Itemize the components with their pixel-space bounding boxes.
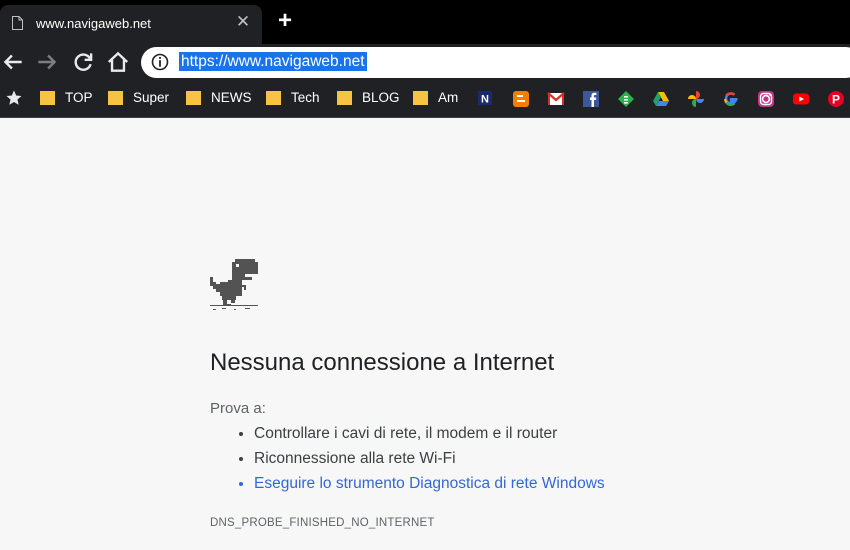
bookmark-folder[interactable]: Tech bbox=[266, 89, 330, 109]
url-text[interactable]: https://www.navigaweb.net bbox=[179, 52, 367, 71]
bookmark-folder-label: Super bbox=[133, 90, 170, 105]
google-icon[interactable] bbox=[722, 90, 740, 108]
bookmark-folder[interactable]: BLOG bbox=[337, 89, 403, 109]
instagram-icon[interactable] bbox=[757, 90, 775, 108]
svg-text:N: N bbox=[481, 94, 489, 106]
bookmark-folder[interactable]: TOP bbox=[40, 89, 102, 109]
bookmark-folder-label: Am bbox=[438, 90, 459, 105]
bookmark-folder-label: NEWS bbox=[211, 90, 252, 105]
page-icon bbox=[12, 16, 23, 30]
feedly-icon[interactable] bbox=[617, 90, 635, 108]
bookmark-folder[interactable]: Am bbox=[413, 89, 463, 109]
bookmarks-bar: TOP Super NEWS Tech BLOG Am N P bbox=[0, 82, 850, 118]
folder-icon bbox=[266, 91, 281, 105]
folder-icon bbox=[40, 91, 55, 105]
facebook-icon[interactable] bbox=[582, 90, 600, 108]
dinosaur-icon bbox=[210, 259, 258, 310]
reload-icon[interactable] bbox=[70, 49, 96, 75]
svg-text:P: P bbox=[832, 93, 840, 107]
forward-arrow-icon[interactable] bbox=[34, 49, 60, 75]
active-tab[interactable]: www.navigaweb.net ✕ bbox=[0, 5, 262, 44]
plus-icon[interactable]: + bbox=[273, 9, 297, 34]
bookmark-folder[interactable]: NEWS bbox=[186, 89, 258, 109]
browser-toolbar: https://www.navigaweb.net bbox=[0, 44, 850, 82]
youtube-icon[interactable] bbox=[792, 90, 810, 108]
suggestion-item: Controllare i cavi di rete, il modem e i… bbox=[254, 422, 605, 447]
blogger-icon[interactable] bbox=[512, 90, 530, 108]
tab-title: www.navigaweb.net bbox=[36, 16, 151, 31]
suggestion-intro: Prova a: bbox=[210, 400, 266, 417]
star-icon[interactable] bbox=[5, 89, 23, 107]
gmail-icon[interactable] bbox=[547, 90, 565, 108]
folder-icon bbox=[108, 91, 123, 105]
suggestion-item: Riconnessione alla rete Wi-Fi bbox=[254, 447, 605, 472]
info-icon[interactable] bbox=[151, 53, 169, 71]
address-bar[interactable]: https://www.navigaweb.net bbox=[141, 47, 850, 78]
google-photos-icon[interactable] bbox=[687, 90, 705, 108]
folder-icon bbox=[337, 91, 352, 105]
home-icon[interactable] bbox=[105, 49, 131, 75]
close-icon[interactable]: ✕ bbox=[234, 12, 252, 32]
error-page: Nessuna connessione a Internet Prova a: … bbox=[0, 118, 850, 550]
error-heading: Nessuna connessione a Internet bbox=[210, 349, 555, 376]
bookmark-folder-label: TOP bbox=[65, 90, 93, 105]
bookmark-folder-label: Tech bbox=[291, 90, 320, 105]
back-arrow-icon[interactable] bbox=[0, 49, 26, 75]
navigaweb-icon[interactable]: N bbox=[477, 90, 495, 108]
google-drive-icon[interactable] bbox=[652, 90, 670, 108]
bookmark-folder-label: BLOG bbox=[362, 90, 400, 105]
suggestion-list: Controllare i cavi di rete, il modem e i… bbox=[230, 422, 605, 497]
error-code: DNS_PROBE_FINISHED_NO_INTERNET bbox=[210, 517, 435, 529]
network-diagnostics-link[interactable]: Eseguire lo strumento Diagnostica di ret… bbox=[254, 472, 605, 497]
folder-icon bbox=[413, 91, 428, 105]
tab-strip: www.navigaweb.net ✕ + bbox=[0, 0, 850, 44]
pinterest-icon[interactable]: P bbox=[827, 90, 845, 108]
bookmark-folder[interactable]: Super bbox=[108, 89, 178, 109]
folder-icon bbox=[186, 91, 201, 105]
